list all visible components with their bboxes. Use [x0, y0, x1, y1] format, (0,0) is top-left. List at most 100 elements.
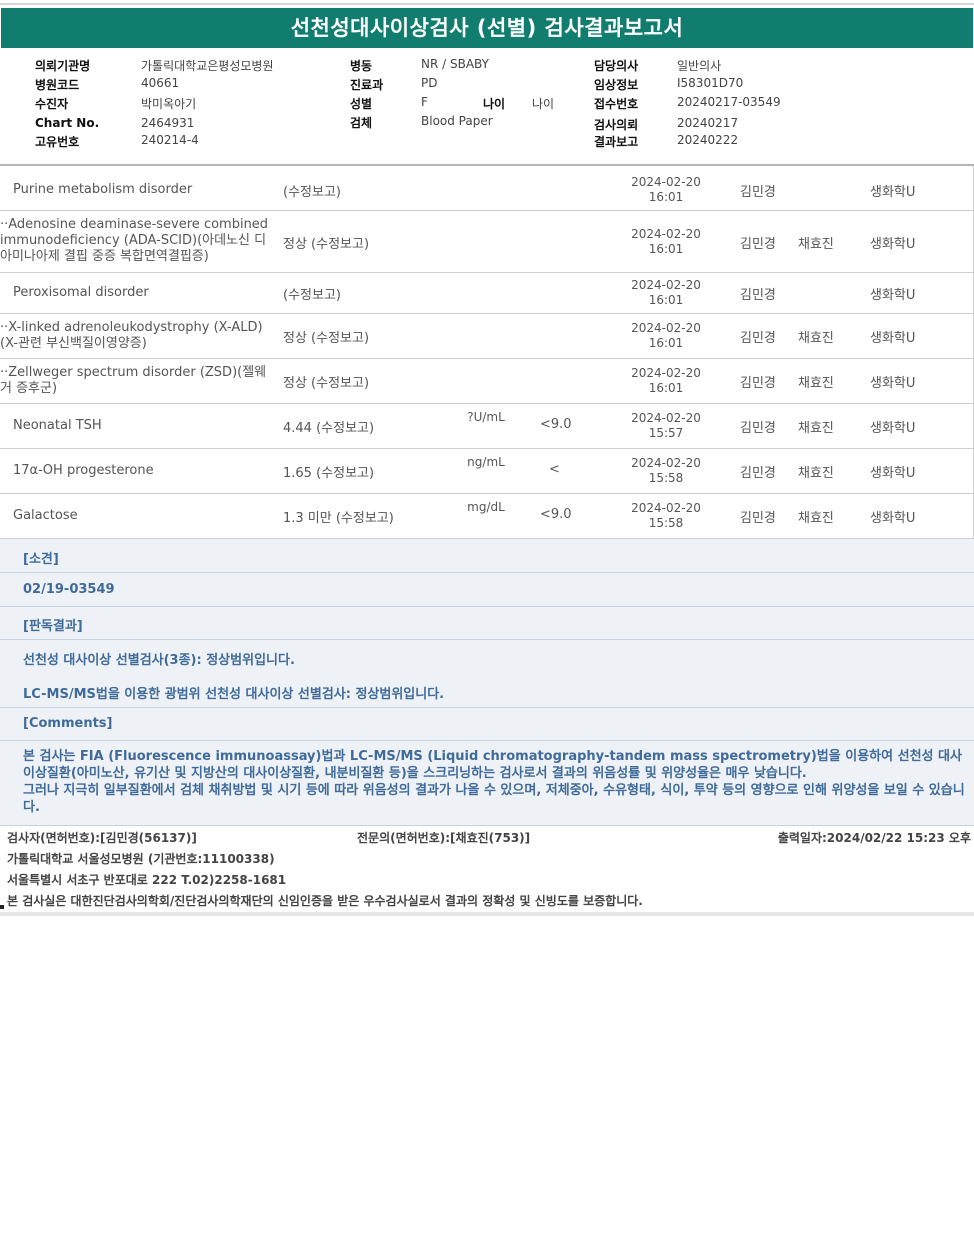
- info-value-clinical-info: I58301D70: [677, 76, 744, 90]
- test-dept: 생화학U: [870, 421, 916, 436]
- info-label-request-date: 검사의뢰: [594, 118, 639, 132]
- corner-mark: [0, 905, 4, 909]
- test-dept: 생화학U: [870, 376, 916, 391]
- test-datetime: 2024-02-20 16:01: [631, 278, 701, 307]
- test-name: ··Zellweger spectrum disorder (ZSD)(젤웨거 …: [0, 365, 267, 396]
- test-datetime: 2024-02-20 16:01: [631, 175, 701, 204]
- test-dept: 생화학U: [870, 511, 916, 526]
- test-name: Purine metabolism disorder: [13, 182, 193, 197]
- reading-result-band: 선천성 대사이상 선별검사(3종): 정상범위입니다. LC-MS/MS법을 이…: [0, 640, 974, 708]
- info-value-report-date: 20240222: [677, 133, 739, 147]
- test-result: 정상 (수정보고): [283, 331, 370, 346]
- info-label-patient: 수진자: [35, 97, 69, 111]
- info-label-specimen: 검체: [350, 116, 373, 130]
- certification-statement: 본 검사실은 대한진단검사의학회/진단검사의학재단의 신임인증을 받은 우수검사…: [7, 894, 643, 908]
- test-unit: ng/mL: [467, 455, 505, 469]
- info-label-hospital: 의뢰기관명: [35, 59, 91, 73]
- test-name: 17α-OH progesterone: [13, 463, 154, 478]
- comments-paragraph-2: 그러나 지극히 일부질환에서 검체 채취방법 및 시기 등에 따라 위음성의 결…: [23, 783, 965, 815]
- test-name: Peroxisomal disorder: [13, 285, 149, 300]
- test-dept: 생화학U: [870, 288, 916, 303]
- info-label-doctor: 담당의사: [594, 59, 639, 73]
- test-name: ··Adenosine deaminase-severe combined im…: [0, 217, 269, 264]
- test-result: 정상 (수정보고): [283, 237, 370, 252]
- info-label-clinical-info: 임상정보: [594, 78, 639, 92]
- test-verifier: 채효진: [798, 421, 834, 436]
- test-datetime: 2024-02-20 16:01: [631, 321, 701, 350]
- comments-paragraph-1: 본 검사는 FIA (Fluorescence immunoassay)법과 L…: [23, 749, 962, 781]
- table-row: Purine metabolism disorder (수정보고) 2024-0…: [0, 166, 974, 211]
- examiner-info: 검사자(면허번호):[김민경(56137)]: [7, 831, 197, 845]
- opinion-text: 02/19-03549: [23, 582, 115, 597]
- bottom-divider: [0, 912, 974, 916]
- test-name: Galactose: [13, 508, 78, 523]
- test-datetime: 2024-02-20 15:58: [631, 456, 701, 485]
- test-tester: 김민경: [740, 376, 776, 391]
- table-row: ··X-linked adrenoleukodystrophy (X-ALD)(…: [0, 314, 974, 359]
- test-tester: 김민경: [740, 466, 776, 481]
- test-verifier: 채효진: [798, 376, 834, 391]
- info-value-specimen: Blood Paper: [421, 114, 493, 128]
- table-row: 17α-OH progesterone 1.65 (수정보고) ng/mL < …: [0, 449, 974, 494]
- info-value-department: PD: [421, 76, 438, 90]
- info-label-sex: 성별: [350, 97, 373, 111]
- info-label-receipt-no: 접수번호: [594, 97, 639, 111]
- test-dept: 생화학U: [870, 237, 916, 252]
- comments-header-band: [Comments]: [0, 708, 974, 741]
- reading-header-band: [판독결과]: [0, 607, 974, 640]
- info-value-unique-no: 240214-4: [141, 133, 199, 147]
- test-dept: 생화학U: [870, 331, 916, 346]
- test-tester: 김민경: [740, 185, 776, 200]
- test-tester: 김민경: [740, 511, 776, 526]
- test-verifier: 채효진: [798, 237, 834, 252]
- test-unit: ?U/mL: [467, 410, 505, 424]
- info-label-unique-no: 고유번호: [35, 135, 80, 149]
- table-row: Neonatal TSH 4.44 (수정보고) ?U/mL <9.0 2024…: [0, 404, 974, 449]
- reading-line-2: LC-MS/MS법을 이용한 광범위 선천성 대사이상 선별검사: 정상범위입니…: [23, 687, 445, 702]
- test-tester: 김민경: [740, 237, 776, 252]
- test-reference: <9.0: [540, 507, 572, 522]
- reading-header: [판독결과]: [23, 619, 83, 634]
- test-reference: <: [549, 462, 560, 477]
- test-result: 4.44 (수정보고): [283, 421, 375, 436]
- test-verifier: 채효진: [798, 331, 834, 346]
- info-value-hospital-code: 40661: [141, 76, 180, 90]
- info-value-doctor: 일반의사: [677, 59, 722, 73]
- info-value-patient: 박미옥아기: [141, 97, 197, 111]
- test-reference: <9.0: [540, 417, 572, 432]
- table-row: ··Adenosine deaminase-severe combined im…: [0, 211, 974, 273]
- info-label-age: 나이: [483, 97, 506, 111]
- info-value-chart-no: 2464931: [141, 116, 195, 130]
- info-label-department: 진료과: [350, 78, 384, 92]
- test-name: Neonatal TSH: [13, 418, 102, 433]
- reading-line-1: 선천성 대사이상 선별검사(3종): 정상범위입니다.: [23, 653, 295, 668]
- test-result: (수정보고): [283, 185, 341, 200]
- print-date: 출력일자:2024/02/22 15:23 오후: [777, 831, 971, 845]
- test-datetime: 2024-02-20 16:01: [631, 227, 701, 256]
- info-value-receipt-no: 20240217-03549: [677, 95, 781, 109]
- table-row: Galactose 1.3 미만 (수정보고) mg/dL <9.0 2024-…: [0, 494, 974, 539]
- test-result: 1.3 미만 (수정보고): [283, 511, 394, 526]
- info-label-ward: 병동: [350, 59, 373, 73]
- test-result: 1.65 (수정보고): [283, 466, 375, 481]
- specialist-info: 전문의(면허번호):[채효진(753)]: [357, 831, 531, 845]
- test-dept: 생화학U: [870, 185, 916, 200]
- test-verifier: 채효진: [798, 466, 834, 481]
- info-value-age: 나이: [532, 97, 555, 111]
- test-tester: 김민경: [740, 288, 776, 303]
- opinion-text-band: 02/19-03549: [0, 573, 974, 607]
- test-datetime: 2024-02-20 15:57: [631, 411, 701, 440]
- test-dept: 생화학U: [870, 466, 916, 481]
- test-result: 정상 (수정보고): [283, 376, 370, 391]
- comments-header: [Comments]: [23, 716, 113, 731]
- info-label-report-date: 결과보고: [594, 135, 639, 149]
- table-row: ··Zellweger spectrum disorder (ZSD)(젤웨거 …: [0, 359, 974, 404]
- test-datetime: 2024-02-20 16:01: [631, 366, 701, 395]
- top-divider: [0, 3, 974, 5]
- hospital-name: 가톨릭대학교 서울성모병원 (기관번호:11100338): [7, 852, 275, 866]
- opinion-header: [소견]: [23, 552, 59, 567]
- test-tester: 김민경: [740, 421, 776, 436]
- table-row: Peroxisomal disorder (수정보고) 2024-02-20 16…: [0, 273, 974, 314]
- info-value-request-date: 20240217: [677, 116, 739, 130]
- info-value-hospital: 가톨릭대학교은평성모병원: [141, 59, 274, 73]
